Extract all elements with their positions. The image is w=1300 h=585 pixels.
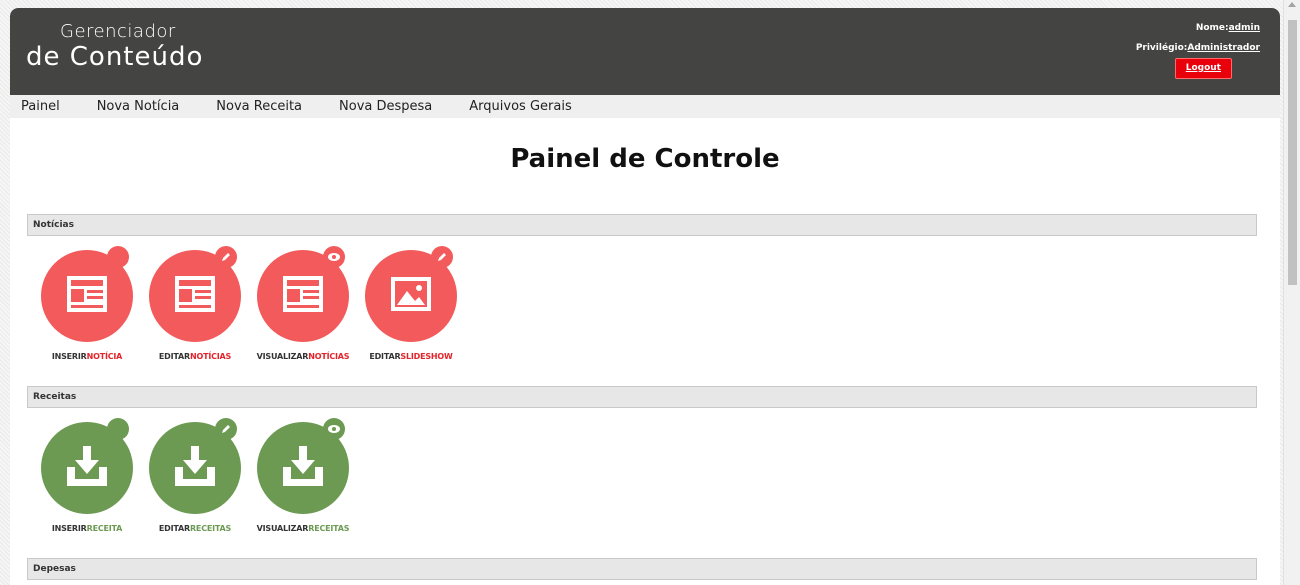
privilege-link[interactable]: Administrador xyxy=(1187,43,1260,53)
action-label: VISUALIZARNOTÍCIAS xyxy=(256,352,350,361)
pencil-icon xyxy=(431,246,453,268)
privilege-label: Privilégio: xyxy=(1135,43,1188,53)
plus-icon: + xyxy=(107,246,129,268)
nav-item-nova-receita[interactable]: Nova Receita xyxy=(216,99,302,114)
newspaper-icon xyxy=(257,246,349,342)
editar-receitas-button[interactable]: EDITARRECEITAS xyxy=(141,418,249,558)
dashboard-sections: Notícias + INSERIRNOTÍCIA EDITARNOTÍCIAS… xyxy=(10,214,1280,580)
inserir-notícia-button[interactable]: + INSERIRNOTÍCIA xyxy=(33,246,141,386)
user-box: Nome:admin Privilégio:Administrador Logo… xyxy=(1136,18,1260,79)
visualizar-notícias-button[interactable]: VISUALIZARNOTÍCIAS xyxy=(249,246,357,386)
editar-notícias-button[interactable]: EDITARNOTÍCIAS xyxy=(141,246,249,386)
header: Gerenciador de Conteúdo Nome:admin Privi… xyxy=(10,8,1280,95)
user-name-row: Nome:admin xyxy=(1136,18,1260,38)
download-icon xyxy=(149,418,241,514)
section-header-2: Depesas xyxy=(27,558,1257,580)
app-window: Gerenciador de Conteúdo Nome:admin Privi… xyxy=(10,8,1280,585)
image-icon xyxy=(365,246,457,342)
logo[interactable]: Gerenciador de Conteúdo xyxy=(26,21,204,73)
action-label: EDITARSLIDESHOW xyxy=(369,352,453,361)
pencil-icon xyxy=(215,418,237,440)
inserir-receita-button[interactable]: + INSERIRRECEITA xyxy=(33,418,141,558)
privilege-row: Privilégio:Administrador xyxy=(1136,38,1260,58)
logout-button[interactable]: Logout xyxy=(1174,58,1232,79)
download-icon: + xyxy=(41,418,133,514)
visualizar-receitas-button[interactable]: VISUALIZARRECEITAS xyxy=(249,418,357,558)
action-label: INSERIRRECEITA xyxy=(51,524,123,533)
nav-item-arquivos-gerais[interactable]: Arquivos Gerais xyxy=(469,99,571,114)
vertical-scrollbar[interactable] xyxy=(1283,0,1300,585)
section-header-0: Notícias xyxy=(27,214,1257,236)
eye-icon xyxy=(323,246,345,268)
eye-icon xyxy=(323,418,345,440)
editar-slideshow-button[interactable]: EDITARSLIDESHOW xyxy=(357,246,465,386)
page-title: Painel de Controle xyxy=(510,144,780,174)
section-icons-0: + INSERIRNOTÍCIA EDITARNOTÍCIAS VISUALIZ… xyxy=(33,236,1280,386)
logo-big-text: de Conteúdo xyxy=(26,42,204,72)
download-icon xyxy=(257,418,349,514)
section-header-1: Receitas xyxy=(27,386,1257,408)
action-label: EDITARNOTÍCIAS xyxy=(158,352,232,361)
user-name-link[interactable]: admin xyxy=(1229,23,1260,33)
action-label: VISUALIZARRECEITAS xyxy=(256,524,350,533)
logo-small-text: Gerenciador xyxy=(60,21,176,42)
pencil-icon xyxy=(215,246,237,268)
nav-item-nova-despesa[interactable]: Nova Despesa xyxy=(339,99,432,114)
newspaper-icon xyxy=(149,246,241,342)
main-nav: Painel Nova Notícia Nova Receita Nova Despe… xyxy=(10,95,1280,118)
user-label: Nome: xyxy=(1195,23,1229,33)
action-label: INSERIRNOTÍCIA xyxy=(51,352,123,361)
action-label: EDITARRECEITAS xyxy=(158,524,232,533)
scroll-up-arrow-icon[interactable] xyxy=(1288,2,1296,7)
newspaper-icon: + xyxy=(41,246,133,342)
nav-item-nova-not-cia[interactable]: Nova Notícia xyxy=(97,99,180,114)
plus-icon: + xyxy=(107,418,129,440)
section-icons-1: + INSERIRRECEITA EDITARRECEITAS VISUALIZ… xyxy=(33,408,1280,558)
nav-item-painel[interactable]: Painel xyxy=(21,99,60,114)
scroll-thumb[interactable] xyxy=(1288,20,1297,285)
